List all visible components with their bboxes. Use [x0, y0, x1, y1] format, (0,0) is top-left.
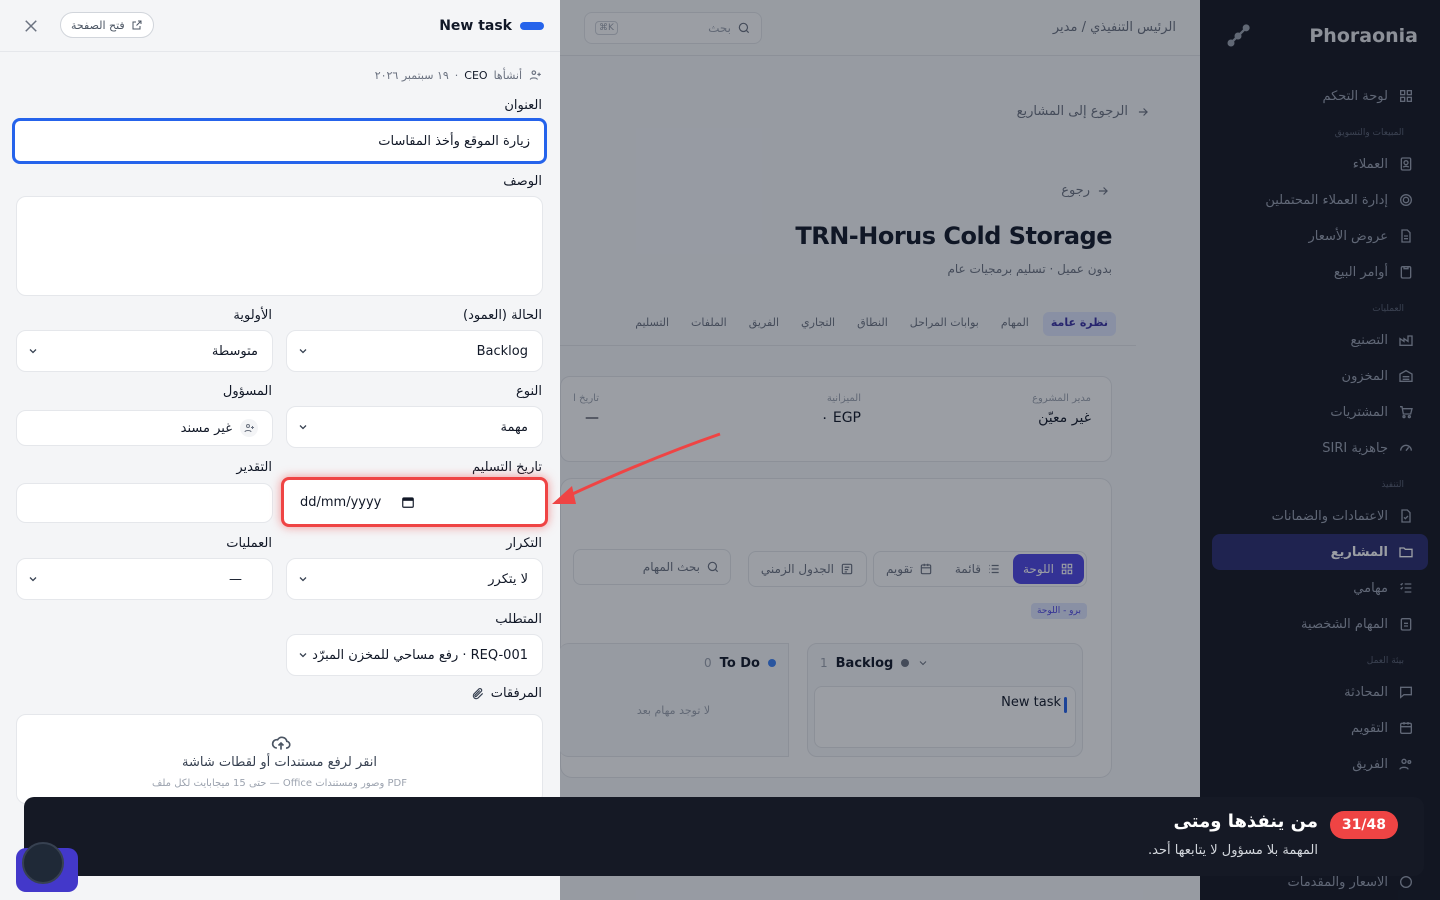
created-date: ١٩ سبتمبر ٢٠٢٦	[374, 68, 449, 82]
meta-separator: ·	[454, 68, 459, 82]
status-select[interactable]: Backlog	[286, 330, 543, 372]
type-select[interactable]: مهمة	[286, 406, 543, 448]
tour-description: المهمة بلا مسؤول لا يتابعها أحد.	[1148, 843, 1318, 858]
requirement-label: المتطلب	[495, 612, 542, 627]
operations-label: العمليات	[226, 536, 272, 551]
assignee-select[interactable]: غير مسند	[16, 410, 273, 446]
task-drawer: New task فتح الصفحة أنشأها CEO · ١٩ سبتم…	[0, 0, 560, 900]
chevron-down-icon	[299, 577, 307, 582]
avatar	[22, 842, 64, 884]
description-label: الوصف	[503, 174, 542, 189]
created-by-label: أنشأها	[493, 68, 522, 82]
due-date-label: تاريخ التسليم	[472, 460, 542, 475]
requirement-select[interactable]: REQ-001 · رفع مساحي للمخزن المبرّد	[286, 634, 543, 676]
created-by-value: CEO	[464, 68, 488, 82]
attachments-header: المرفقات	[471, 686, 542, 701]
chevron-down-icon	[299, 425, 307, 430]
description-textarea[interactable]	[16, 196, 543, 296]
open-page-label: فتح الصفحة	[71, 18, 125, 32]
due-date-placeholder: dd/mm/yyyy	[300, 494, 382, 510]
requirement-value: REQ-001 · رفع مساحي للمخزن المبرّد	[312, 647, 528, 663]
type-value: مهمة	[500, 419, 528, 435]
tour-step-badge: 31/48	[1329, 811, 1398, 839]
external-link-icon	[132, 20, 142, 30]
repeat-label: التكرار	[506, 536, 542, 551]
attachments-label: المرفقات	[490, 686, 542, 701]
upload-hint: PDF وصور ومستندات Office — حتى 15 ميجابا…	[152, 778, 407, 789]
assistant-button[interactable]	[16, 842, 78, 892]
repeat-select[interactable]: لا يتكرر	[286, 558, 543, 600]
upload-dropzone[interactable]: انقر لرفع مستندات أو لقطات شاشة PDF وصور…	[16, 714, 543, 804]
tour-pointer-arrow	[552, 432, 721, 504]
open-page-button[interactable]: فتح الصفحة	[60, 12, 154, 38]
upload-cloud-icon	[271, 736, 291, 750]
chevron-down-icon	[29, 349, 37, 354]
created-meta: أنشأها CEO · ١٩ سبتمبر ٢٠٢٦	[375, 68, 542, 82]
drawer-title: New task	[439, 18, 544, 34]
operations-value: —	[229, 571, 242, 587]
assignee-value: غير مسند	[180, 420, 232, 436]
priority-select[interactable]: متوسطة	[16, 330, 273, 372]
paperclip-icon	[472, 687, 483, 699]
chevron-down-icon	[299, 653, 307, 658]
status-label: الحالة (العمود)	[463, 308, 542, 323]
chevron-down-icon	[29, 577, 37, 582]
priority-label: الأولوية	[233, 308, 272, 323]
user-plus-icon	[529, 70, 541, 80]
status-value: Backlog	[476, 343, 528, 359]
calendar-icon[interactable]	[401, 495, 415, 509]
tour-title: من ينفذها ومتى	[1173, 811, 1318, 832]
title-label: العنوان	[504, 98, 542, 113]
due-date-input[interactable]: dd/mm/yyyy	[281, 477, 548, 527]
estimate-label: التقدير	[236, 460, 272, 475]
close-icon[interactable]	[22, 17, 40, 35]
drawer-title-text: New task	[439, 17, 512, 34]
drawer-header: New task فتح الصفحة	[0, 0, 560, 52]
title-input[interactable]: زيارة الموقع وأخذ المقاسات	[12, 118, 547, 164]
repeat-value: لا يتكرر	[488, 571, 528, 587]
status-pill	[520, 21, 544, 30]
priority-value: متوسطة	[211, 343, 258, 359]
estimate-input[interactable]	[16, 483, 273, 523]
operations-select[interactable]: —	[16, 558, 273, 600]
upload-text: انقر لرفع مستندات أو لقطات شاشة	[182, 755, 377, 770]
type-label: النوع	[516, 384, 542, 399]
title-value: زيارة الموقع وأخذ المقاسات	[378, 133, 530, 149]
assignee-label: المسؤول	[222, 384, 272, 399]
chevron-down-icon	[299, 349, 307, 354]
tour-tooltip: 31/48 من ينفذها ومتى المهمة بلا مسؤول لا…	[24, 797, 1424, 876]
user-add-icon	[240, 419, 258, 437]
